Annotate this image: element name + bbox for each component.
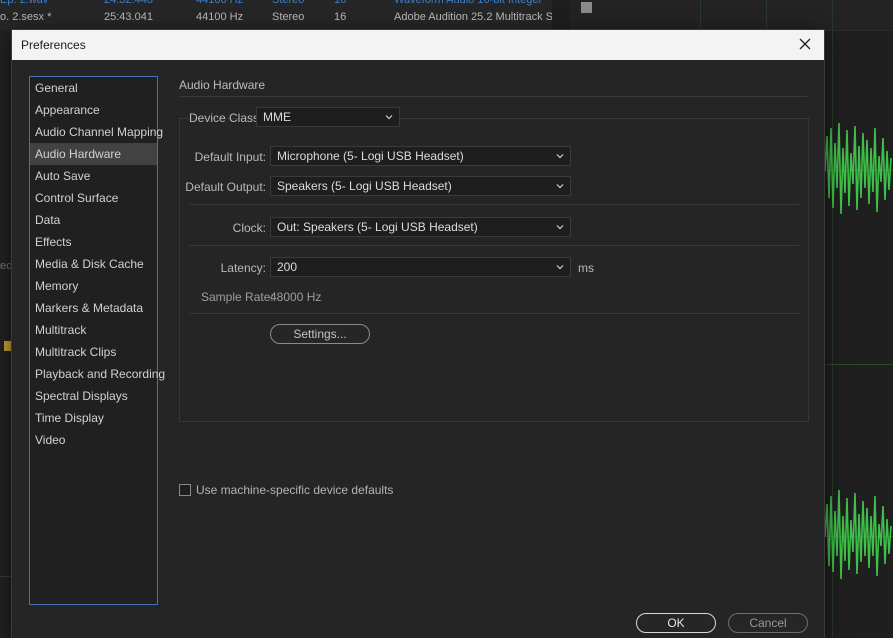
device-class-label: Device Class: (189, 111, 263, 125)
preferences-category-list[interactable]: General Appearance Audio Channel Mapping Au… (29, 76, 165, 605)
close-button[interactable] (794, 33, 818, 57)
dialog-titlebar[interactable]: Preferences (12, 30, 824, 60)
file-name: Ep. 2.wav (0, 0, 49, 6)
sidebar-item-markers-metadata[interactable]: Markers & Metadata (30, 297, 157, 319)
latency-unit: ms (578, 261, 594, 275)
sidebar-item-spectral-displays[interactable]: Spectral Displays (30, 385, 157, 407)
sidebar-item-multitrack[interactable]: Multitrack (30, 319, 157, 341)
latency-value: 200 (277, 260, 298, 274)
file-format: Waveform Audio 16-bit Integer (394, 0, 543, 6)
sidebar-item-media-disk-cache[interactable]: Media & Disk Cache (30, 253, 157, 275)
chevron-down-icon (556, 184, 564, 189)
preferences-dialog: Preferences General Appearance Audio Chann… (12, 30, 824, 638)
sidebar-item-data[interactable]: Data (30, 209, 157, 231)
file-row[interactable]: o. 2.sesx * 25:43.041 44100 Hz Stereo 16… (0, 9, 552, 25)
default-input-label: Default Input: (194, 150, 266, 164)
default-input-dropdown[interactable]: Microphone (5- Logi USB Headset) (270, 146, 571, 166)
chevron-down-icon (556, 225, 564, 230)
settings-button[interactable]: Settings... (270, 324, 370, 344)
file-sample-rate: 44100 Hz (196, 0, 244, 6)
sidebar-item-appearance[interactable]: Appearance (30, 99, 157, 121)
file-row[interactable]: Ep. 2.wav 24:32.448 44100 Hz Stereo 16 W… (0, 0, 552, 8)
close-icon (799, 38, 811, 50)
left-panel-edge: ec (0, 30, 12, 638)
default-output-dropdown[interactable]: Speakers (5- Logi USB Headset) (270, 176, 571, 196)
files-panel: Ep. 2.wav 24:32.448 44100 Hz Stereo 16 W… (0, 0, 552, 30)
sidebar-item-audio-hardware[interactable]: Audio Hardware (30, 143, 157, 165)
divider (0, 576, 12, 577)
file-duration: 25:43.041 (104, 11, 153, 23)
section-title: Audio Hardware (179, 78, 266, 92)
machine-defaults-label: Use machine-specific device defaults (196, 483, 394, 497)
clock-dropdown[interactable]: Out: Speakers (5- Logi USB Headset) (270, 217, 571, 237)
default-input-value: Microphone (5- Logi USB Headset) (277, 149, 464, 163)
clock-value: Out: Speakers (5- Logi USB Headset) (277, 220, 478, 234)
sidebar-item-video[interactable]: Video (30, 429, 157, 451)
latency-dropdown[interactable]: 200 (270, 257, 571, 277)
zoom-icon[interactable] (581, 2, 592, 13)
clipped-text: ec (0, 260, 12, 272)
waveform-channel-left (823, 118, 893, 224)
sidebar-item-multitrack-clips[interactable]: Multitrack Clips (30, 341, 157, 363)
sidebar-item-playback-and-recording[interactable]: Playback and Recording (30, 363, 165, 385)
divider (189, 245, 799, 246)
sidebar-item-effects[interactable]: Effects (30, 231, 157, 253)
sidebar-item-time-display[interactable]: Time Display (30, 407, 157, 429)
sidebar-item-general[interactable]: General (30, 77, 157, 99)
default-output-value: Speakers (5- Logi USB Headset) (277, 179, 452, 193)
sidebar-item-audio-channel-mapping[interactable]: Audio Channel Mapping (30, 121, 163, 143)
panel-divider[interactable] (552, 0, 570, 30)
sidebar-item-auto-save[interactable]: Auto Save (30, 165, 157, 187)
file-bits: 16 (334, 0, 347, 6)
file-channels: Stereo (272, 11, 305, 23)
sidebar-item-memory[interactable]: Memory (30, 275, 157, 297)
chevron-down-icon (556, 154, 564, 159)
latency-label: Latency: (220, 261, 266, 275)
chevron-down-icon (556, 265, 564, 270)
sidebar-item-control-surface[interactable]: Control Surface (30, 187, 157, 209)
dialog-title: Preferences (21, 38, 86, 52)
cancel-button[interactable]: Cancel (728, 613, 808, 633)
machine-defaults-checkbox[interactable] (179, 484, 191, 496)
divider (189, 313, 799, 314)
folder-icon (4, 341, 12, 351)
chevron-down-icon (385, 115, 393, 120)
file-bits: 16 (334, 11, 347, 23)
file-name: o. 2.sesx * (0, 11, 52, 23)
file-channels: Stereo (272, 0, 305, 6)
file-sample-rate: 44100 Hz (196, 11, 244, 23)
waveform-channel-right (823, 484, 893, 590)
sample-rate-value: 48000 Hz (270, 290, 322, 304)
device-class-value: MME (263, 110, 291, 124)
device-class-dropdown[interactable]: MME (256, 107, 400, 127)
file-format: Adobe Audition 25.2 Multitrack S (394, 11, 552, 23)
clock-label: Clock: (232, 221, 266, 235)
sample-rate-label: Sample Rate: (201, 290, 274, 304)
section-divider (179, 96, 807, 97)
file-duration: 24:32.448 (104, 0, 153, 6)
timeline-ruler[interactable] (570, 0, 893, 31)
ok-button[interactable]: OK (636, 613, 716, 633)
default-output-label: Default Output: (185, 180, 266, 194)
divider (189, 204, 799, 205)
